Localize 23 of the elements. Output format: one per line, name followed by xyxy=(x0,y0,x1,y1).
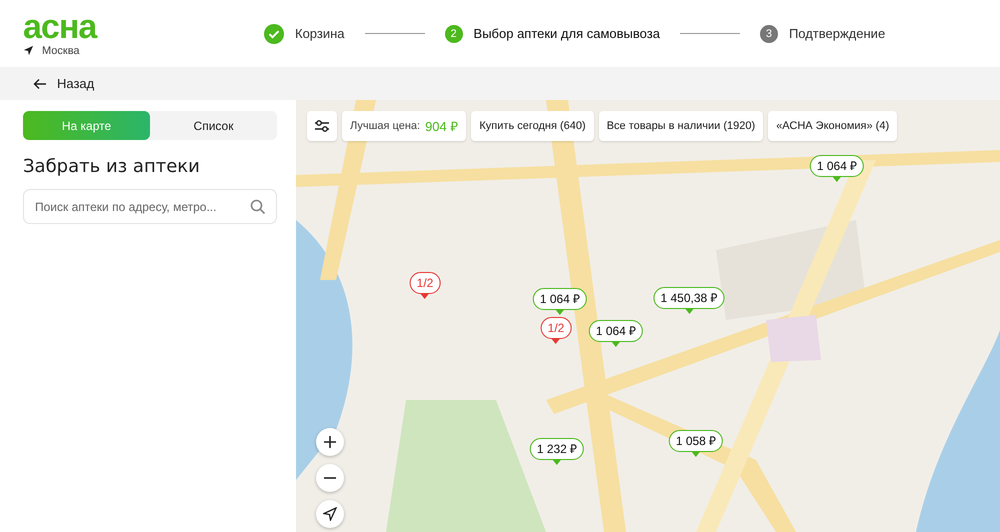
step-label: Выбор аптеки для самовывоза xyxy=(474,26,660,41)
sliders-icon xyxy=(313,117,331,135)
filter-chip[interactable]: Купить сегодня (640) xyxy=(471,111,594,141)
filter-chip[interactable]: «АСНА Экономия» (4) xyxy=(768,111,898,141)
plus-icon xyxy=(323,435,337,449)
view-tab[interactable]: Список xyxy=(150,111,277,140)
step-number: 2 xyxy=(444,24,463,42)
location-arrow-icon xyxy=(323,507,337,521)
best-price-value: 904 ₽ xyxy=(425,118,458,135)
step-label: Корзина xyxy=(295,26,345,41)
back-arrow-icon xyxy=(33,78,47,90)
panel-title: Забрать из аптеки xyxy=(23,156,201,177)
location-arrow-icon xyxy=(23,45,34,56)
back-button[interactable]: Назад xyxy=(33,76,94,91)
search-field[interactable]: Поиск аптеки по адресу, метро... xyxy=(23,189,277,224)
step-label: Подтверждение xyxy=(788,26,886,41)
best-price-chip[interactable]: Лучшая цена: 904 ₽ xyxy=(342,111,466,141)
search-icon[interactable] xyxy=(250,199,266,215)
filter-chip[interactable]: Все товары в наличии (1920) xyxy=(598,111,764,141)
best-price-label: Лучшая цена: xyxy=(350,120,420,132)
filter-settings-button[interactable] xyxy=(307,111,337,141)
city-link[interactable]: Москва xyxy=(42,44,80,56)
step-number: 3 xyxy=(760,24,778,42)
